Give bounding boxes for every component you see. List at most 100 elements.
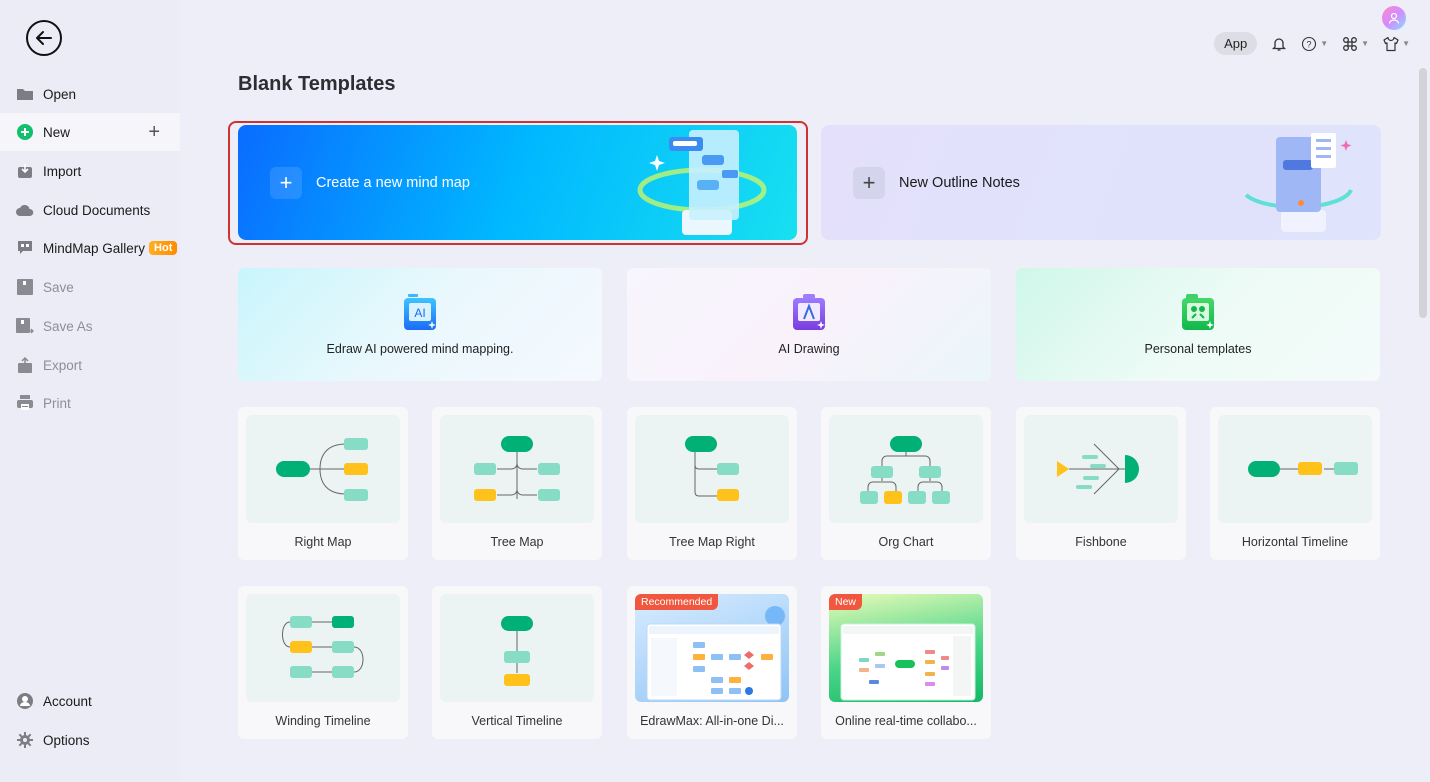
sidebar-item-label: Save: [43, 279, 74, 295]
save-icon: [16, 278, 34, 296]
plus-icon: +: [270, 166, 302, 199]
sidebar-item-label: Open: [43, 86, 77, 102]
template-tree-map[interactable]: Tree Map: [432, 407, 602, 560]
recommended-badge: Recommended: [635, 594, 719, 610]
feature-label: Personal templates: [1144, 341, 1252, 356]
command-icon: [1343, 36, 1358, 51]
back-button[interactable]: [26, 20, 62, 56]
tree-map-diagram-icon: [474, 436, 560, 501]
template-right-map[interactable]: Right Map: [238, 407, 408, 560]
sidebar-item-open[interactable]: Open: [0, 75, 180, 113]
template-name: Fishbone: [1075, 535, 1127, 549]
user-avatar[interactable]: [1382, 6, 1406, 30]
template-name: Tree Map Right: [669, 535, 755, 549]
cloud-icon: [16, 201, 34, 219]
template-name: Horizontal Timeline: [1241, 535, 1349, 549]
feature-label: AI Drawing: [778, 341, 840, 356]
sidebar-item-save-as[interactable]: Save As: [0, 307, 180, 345]
top-toolbar: App ? ▼ ▼ ▼: [1214, 32, 1410, 55]
chevron-down-icon: ▼: [1361, 39, 1370, 48]
sidebar-item-label: Account: [43, 693, 92, 709]
template-vertical-timeline[interactable]: Vertical Timeline: [432, 586, 602, 739]
gear-icon: [16, 731, 34, 749]
template-thumbnail: [246, 415, 400, 523]
bell-icon: [1272, 37, 1287, 51]
export-icon: [16, 356, 34, 374]
template-horizontal-timeline[interactable]: Horizontal Timeline: [1210, 407, 1380, 560]
sidebar-item-export[interactable]: Export: [0, 346, 180, 384]
mind-map-illustration-icon: [637, 130, 767, 235]
sidebar-item-label: Save As: [43, 318, 93, 334]
sidebar-item-import[interactable]: Import: [0, 152, 180, 190]
folder-icon: [16, 85, 34, 103]
sidebar-item-cloud-documents[interactable]: Cloud Documents: [0, 191, 180, 229]
ai-mind-mapping-card[interactable]: AI Edraw AI powered mind mapping.: [238, 268, 602, 381]
winding-timeline-diagram-icon: [282, 616, 364, 678]
chevron-down-icon: ▼: [1402, 39, 1410, 48]
tree-map-right-diagram-icon: [685, 436, 739, 501]
vertical-scrollbar[interactable]: [1419, 68, 1427, 318]
org-chart-diagram-icon: [860, 436, 950, 504]
sidebar-item-label: New: [43, 124, 71, 140]
collaboration-preview-icon: [840, 623, 976, 701]
sidebar: Open New + Import Cloud Documents MindMa…: [0, 0, 180, 782]
horizontal-timeline-diagram-icon: [1248, 461, 1358, 477]
account-icon: [16, 692, 34, 710]
right-map-diagram-icon: [276, 438, 368, 501]
help-icon: ?: [1302, 36, 1317, 51]
template-edrawmax[interactable]: Recommended EdrawMax: All-in-one Di...: [627, 586, 797, 739]
app-button[interactable]: App: [1214, 32, 1258, 55]
create-mind-map-card[interactable]: + Create a new mind map: [238, 125, 797, 240]
print-icon: [16, 394, 34, 412]
user-icon: [1388, 12, 1400, 24]
notifications-button[interactable]: [1271, 36, 1287, 52]
sidebar-item-label: Import: [43, 163, 82, 179]
template-thumbnail: [246, 594, 400, 702]
vertical-timeline-diagram-icon: [501, 616, 533, 686]
template-thumbnail: [1218, 415, 1372, 523]
template-thumbnail: Recommended: [635, 594, 789, 702]
sidebar-item-options[interactable]: Options: [0, 721, 180, 759]
sidebar-item-new[interactable]: New +: [0, 113, 180, 151]
template-name: EdrawMax: All-in-one Di...: [640, 714, 784, 728]
help-button[interactable]: ? ▼: [1301, 36, 1328, 52]
template-online-collaboration[interactable]: New Online real-time collabo...: [821, 586, 991, 739]
personal-templates-icon: [1182, 293, 1214, 330]
outline-notes-illustration-icon: [1244, 133, 1353, 232]
create-mind-map-label: Create a new mind map: [316, 174, 470, 191]
arrow-left-icon: [36, 31, 52, 45]
template-tree-map-right[interactable]: Tree Map Right: [627, 407, 797, 560]
page-title: Blank Templates: [238, 73, 396, 95]
sidebar-item-label: Print: [43, 395, 71, 411]
svg-text:?: ?: [1307, 39, 1312, 49]
new-outline-notes-card[interactable]: + New Outline Notes: [821, 125, 1381, 240]
apps-button[interactable]: ▼: [1342, 36, 1369, 52]
sidebar-item-label: Export: [43, 357, 83, 373]
template-thumbnail: [829, 415, 983, 523]
fishbone-diagram-icon: [1057, 443, 1139, 495]
ai-drawing-card[interactable]: AI Drawing: [627, 268, 991, 381]
template-name: Winding Timeline: [275, 714, 371, 728]
template-fishbone[interactable]: Fishbone: [1016, 407, 1186, 560]
personal-templates-card[interactable]: Personal templates: [1016, 268, 1380, 381]
new-badge: New: [829, 594, 863, 610]
sidebar-item-label: Cloud Documents: [43, 202, 151, 218]
import-icon: [16, 162, 34, 180]
template-winding-timeline[interactable]: Winding Timeline: [238, 586, 408, 739]
sidebar-item-save[interactable]: Save: [0, 268, 180, 306]
sidebar-item-label: Options: [43, 732, 90, 748]
template-thumbnail: [1024, 415, 1178, 523]
sidebar-item-account[interactable]: Account: [0, 682, 180, 720]
template-name: Vertical Timeline: [471, 714, 563, 728]
sidebar-item-print[interactable]: Print: [0, 384, 180, 422]
ai-drawing-icon: [793, 293, 825, 330]
template-thumbnail: [635, 415, 789, 523]
sidebar-item-mindmap-gallery[interactable]: MindMap Gallery Hot: [0, 229, 180, 267]
template-thumbnail: [440, 415, 594, 523]
theme-button[interactable]: ▼: [1383, 36, 1410, 52]
template-org-chart[interactable]: Org Chart: [821, 407, 991, 560]
svg-text:AI: AI: [414, 306, 425, 320]
shirt-icon: [1383, 36, 1399, 51]
add-icon[interactable]: +: [148, 121, 160, 144]
gallery-icon: [16, 239, 34, 257]
